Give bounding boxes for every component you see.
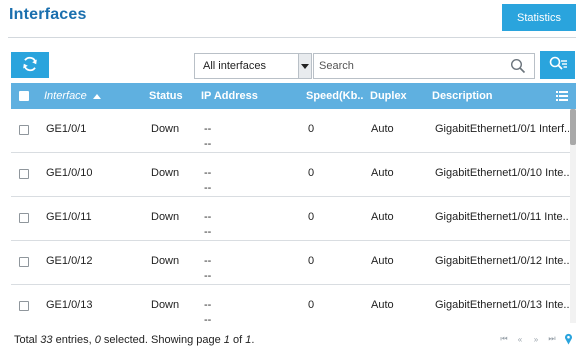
table-row[interactable]: GE1/0/1 Down -- -- 0 Auto GigabitEthernet… [11, 109, 571, 153]
cell-ip-v4: -- [204, 299, 212, 311]
summary-entries: entries, [52, 334, 95, 346]
column-header-speed-label: Speed(Kb... [306, 90, 364, 102]
cell-speed: 0 [308, 211, 315, 223]
cell-ip-v6: -- [204, 226, 212, 238]
chevron-down-icon[interactable] [298, 54, 311, 78]
column-header-status[interactable]: Status [149, 83, 199, 109]
sort-ascending-icon [92, 93, 101, 99]
cell-status: Down [151, 167, 180, 179]
column-header-description-label: Description [432, 90, 493, 102]
advanced-search-icon [548, 55, 568, 76]
select-all-checkbox[interactable] [19, 91, 29, 101]
cell-interface: GE1/0/13 [46, 299, 93, 311]
table-summary: Total 33 entries, 0 selected. Showing pa… [14, 334, 254, 346]
cell-status: Down [151, 255, 180, 267]
cell-speed: 0 [308, 299, 315, 311]
cell-ip: -- -- [204, 298, 211, 323]
cell-ip-v6: -- [204, 314, 212, 323]
cell-ip: -- -- [204, 210, 211, 240]
column-header-duplex-label: Duplex [370, 90, 407, 102]
cell-description: GigabitEthernet1/0/13 Inte... [435, 299, 569, 311]
cell-status: Down [151, 211, 180, 223]
table-header: Interface Status IP Address Speed(Kb... … [11, 83, 576, 109]
interfaces-table: Interface Status IP Address Speed(Kb... … [11, 83, 576, 323]
cell-duplex: Auto [371, 255, 394, 267]
title-divider [8, 37, 576, 38]
column-header-status-label: Status [149, 90, 183, 102]
pin-icon[interactable] [563, 333, 573, 345]
refresh-icon [21, 55, 39, 76]
cell-description: GigabitEthernet1/0/12 Inte... [435, 255, 569, 267]
row-checkbox[interactable] [19, 125, 29, 135]
cell-duplex: Auto [371, 211, 394, 223]
search-icon[interactable] [508, 56, 528, 76]
last-page-button[interactable]: ⏭ [547, 333, 557, 345]
prev-page-button[interactable]: « [515, 333, 525, 345]
cell-duplex: Auto [371, 123, 394, 135]
table-row[interactable]: GE1/0/12 Down -- -- 0 Auto GigabitEtherne… [11, 241, 571, 285]
cell-interface: GE1/0/12 [46, 255, 93, 267]
cell-ip-v4: -- [204, 211, 212, 223]
pagination: ⏮ « » ⏭ [499, 333, 573, 345]
cell-ip-v4: -- [204, 255, 212, 267]
column-header-ip-label: IP Address [201, 90, 258, 102]
table-scrollbar[interactable] [570, 109, 576, 323]
column-header-speed[interactable]: Speed(Kb... [306, 83, 364, 109]
summary-selected: selected. Showing page [100, 334, 224, 346]
summary-end: . [251, 334, 255, 346]
row-checkbox[interactable] [19, 213, 29, 223]
statistics-button[interactable]: Statistics [502, 4, 576, 31]
select-all-cell [19, 83, 29, 109]
column-header-duplex[interactable]: Duplex [370, 83, 420, 109]
next-page-button[interactable]: » [531, 333, 541, 345]
advanced-search-button[interactable] [540, 51, 575, 79]
interface-filter-select[interactable]: All interfaces [194, 53, 312, 79]
cell-description: GigabitEthernet1/0/10 Inte... [435, 167, 569, 179]
column-header-ip[interactable]: IP Address [201, 83, 301, 109]
table-row[interactable]: GE1/0/11 Down -- -- 0 Auto GigabitEtherne… [11, 197, 571, 241]
cell-interface: GE1/0/11 [46, 211, 92, 223]
cell-duplex: Auto [371, 299, 394, 311]
summary-prefix: Total [14, 334, 41, 346]
cell-description: GigabitEthernet1/0/1 Interf... [435, 123, 569, 135]
total-count: 33 [40, 334, 53, 346]
column-header-interface[interactable]: Interface [44, 83, 144, 109]
row-checkbox[interactable] [19, 169, 29, 179]
filter-select-value: All interfaces [203, 60, 266, 72]
cell-speed: 0 [308, 123, 315, 135]
table-row[interactable]: GE1/0/10 Down -- -- 0 Auto GigabitEtherne… [11, 153, 571, 197]
summary-of: of [229, 334, 246, 346]
cell-interface: GE1/0/10 [46, 167, 93, 179]
refresh-button[interactable] [11, 52, 49, 78]
table-row[interactable]: GE1/0/13 Down -- -- 0 Auto GigabitEtherne… [11, 285, 571, 323]
cell-speed: 0 [308, 167, 315, 179]
cell-ip-v6: -- [204, 182, 212, 194]
column-header-interface-label: Interface [44, 90, 87, 102]
column-menu-icon[interactable] [556, 83, 568, 109]
cell-speed: 0 [308, 255, 315, 267]
cell-ip-v4: -- [204, 123, 212, 135]
cell-ip-v4: -- [204, 167, 212, 179]
cell-ip: -- -- [204, 254, 211, 284]
column-header-description[interactable]: Description [432, 83, 532, 109]
cell-ip-v6: -- [204, 138, 212, 150]
row-checkbox[interactable] [19, 257, 29, 267]
cell-status: Down [151, 299, 180, 311]
row-checkbox[interactable] [19, 301, 29, 311]
cell-status: Down [151, 123, 180, 135]
first-page-button[interactable]: ⏮ [499, 333, 509, 345]
cell-description: GigabitEthernet1/0/11 Inte... [435, 211, 569, 223]
cell-ip: -- -- [204, 166, 211, 196]
cell-interface: GE1/0/1 [46, 123, 87, 135]
cell-duplex: Auto [371, 167, 394, 179]
search-input[interactable] [314, 55, 508, 77]
page-title: Interfaces [9, 6, 87, 23]
cell-ip-v6: -- [204, 270, 212, 282]
scrollbar-thumb[interactable] [570, 109, 576, 145]
search-box [313, 53, 535, 79]
cell-ip: -- -- [204, 122, 211, 152]
